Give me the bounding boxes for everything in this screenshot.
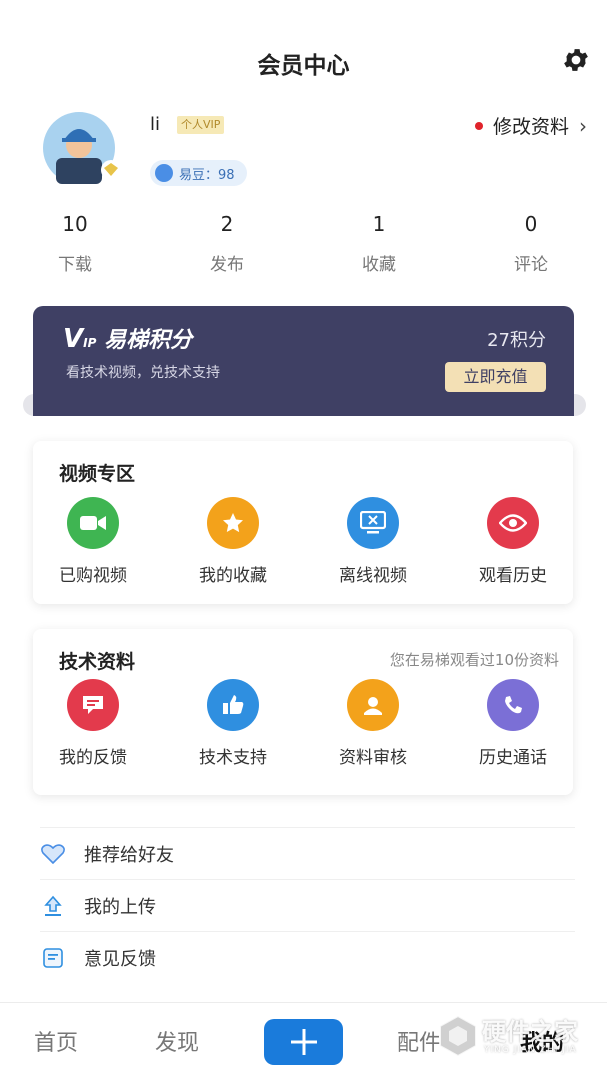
star-icon: [207, 497, 259, 549]
vip-logo-ip: IP: [83, 336, 97, 350]
eye-icon: [487, 497, 539, 549]
beans-text: 易豆：98: [179, 167, 235, 183]
monitor-icon: [347, 497, 399, 549]
stat-label: 下载: [58, 255, 92, 275]
vip-points-card: VIP 易梯积分 看技术视频，兑技术支持 27积分 立即充值: [23, 306, 586, 416]
user-badge-icon: [347, 679, 399, 731]
stat-value: 0: [524, 212, 538, 236]
header: 会员中心: [0, 0, 607, 110]
notification-dot: [474, 121, 483, 130]
purchased-videos-item[interactable]: 已购视频: [33, 497, 153, 586]
watermark-subtitle: YING JIAN ZHI JIA: [484, 1045, 577, 1055]
tech-section-title: 技术资料: [59, 651, 136, 673]
username: li: [150, 114, 161, 135]
settings-list: 推荐给好友 我的上传 意见反馈: [40, 827, 575, 983]
stats-row: 10 下载 2 发布 1 收藏 0 评论: [0, 212, 607, 282]
stat-label: 发布: [210, 255, 244, 275]
call-history-item[interactable]: 历史通话: [453, 679, 573, 768]
grid-label: 技术支持: [199, 748, 267, 768]
stat-published[interactable]: 2 发布: [167, 212, 287, 275]
vip-badge: 个人VIP: [177, 116, 225, 134]
avatar[interactable]: [36, 112, 124, 184]
chevron-right-icon: ›: [579, 113, 587, 138]
edit-profile-label: 修改资料: [492, 116, 569, 138]
page-title: 会员中心: [257, 53, 350, 79]
edit-profile-link[interactable]: 修改资料 ›: [474, 112, 587, 139]
video-section-card: 视频专区 已购视频 我的收藏 离线视频 观看历史: [33, 441, 573, 604]
stat-favorites[interactable]: 1 收藏: [319, 212, 439, 275]
list-label: 推荐给好友: [84, 844, 174, 866]
add-post-button[interactable]: [264, 1019, 343, 1065]
grid-label: 我的反馈: [59, 748, 127, 768]
grid-label: 我的收藏: [199, 566, 267, 586]
list-item-upload[interactable]: 我的上传: [40, 879, 575, 931]
video-camera-icon: [67, 497, 119, 549]
vip-card-title: 易梯积分: [104, 328, 193, 353]
watch-history-item[interactable]: 观看历史: [453, 497, 573, 586]
my-favorites-item[interactable]: 我的收藏: [173, 497, 293, 586]
stat-label: 收藏: [362, 255, 396, 275]
gear-icon[interactable]: [561, 45, 591, 75]
list-label: 意见反馈: [84, 948, 156, 970]
vip-logo-v: V: [63, 324, 84, 354]
list-label: 我的上传: [84, 896, 156, 918]
vip-points: 27积分: [487, 330, 546, 351]
tab-parts[interactable]: 配件: [397, 1025, 441, 1057]
bean-icon: [155, 164, 173, 182]
plus-icon: [290, 1029, 317, 1055]
stat-value: 10: [62, 212, 88, 236]
grid-label: 观看历史: [479, 566, 547, 586]
stat-comments[interactable]: 0 评论: [471, 212, 591, 275]
stat-label: 评论: [514, 255, 548, 275]
stat-value: 1: [372, 212, 386, 236]
tab-home[interactable]: 首页: [34, 1025, 78, 1057]
watermark-title: 硬件之家: [482, 1018, 578, 1046]
message-icon: [67, 679, 119, 731]
vip-card-subtitle: 看技术视频，兑技术支持: [66, 365, 220, 381]
grid-label: 历史通话: [479, 748, 547, 768]
stat-value: 2: [220, 212, 234, 236]
grid-label: 离线视频: [339, 566, 407, 586]
upload-icon: [40, 893, 66, 919]
list-item-recommend[interactable]: 推荐给好友: [40, 827, 575, 879]
hexagon-logo-icon: [439, 1014, 477, 1058]
thumbs-up-icon: [207, 679, 259, 731]
video-section-title: 视频专区: [59, 463, 136, 485]
material-review-item[interactable]: 资料审核: [313, 679, 433, 768]
feedback-icon: [40, 945, 66, 971]
tab-discover[interactable]: 发现: [155, 1025, 199, 1057]
list-item-feedback[interactable]: 意见反馈: [40, 931, 575, 983]
tech-support-item[interactable]: 技术支持: [173, 679, 293, 768]
grid-label: 资料审核: [339, 748, 407, 768]
beans-badge[interactable]: 易豆：98: [150, 160, 247, 186]
tech-section-card: 技术资料 您在易梯观看过10份资料 我的反馈 技术支持 资料审核 历史通话: [33, 629, 573, 795]
stat-downloads[interactable]: 10 下载: [15, 212, 135, 275]
vip-logo: VIP 易梯积分: [63, 322, 192, 354]
vip-card-body[interactable]: VIP 易梯积分 看技术视频，兑技术支持 27积分 立即充值: [33, 306, 574, 416]
heart-icon: [40, 841, 66, 867]
grid-label: 已购视频: [59, 566, 127, 586]
my-feedback-item[interactable]: 我的反馈: [33, 679, 153, 768]
watermark-logo: 硬件之家 YING JIAN ZHI JIA: [438, 1008, 598, 1068]
recharge-button[interactable]: 立即充值: [445, 362, 546, 392]
phone-icon: [487, 679, 539, 731]
offline-videos-item[interactable]: 离线视频: [313, 497, 433, 586]
tech-section-note: 您在易梯观看过10份资料: [389, 651, 559, 669]
